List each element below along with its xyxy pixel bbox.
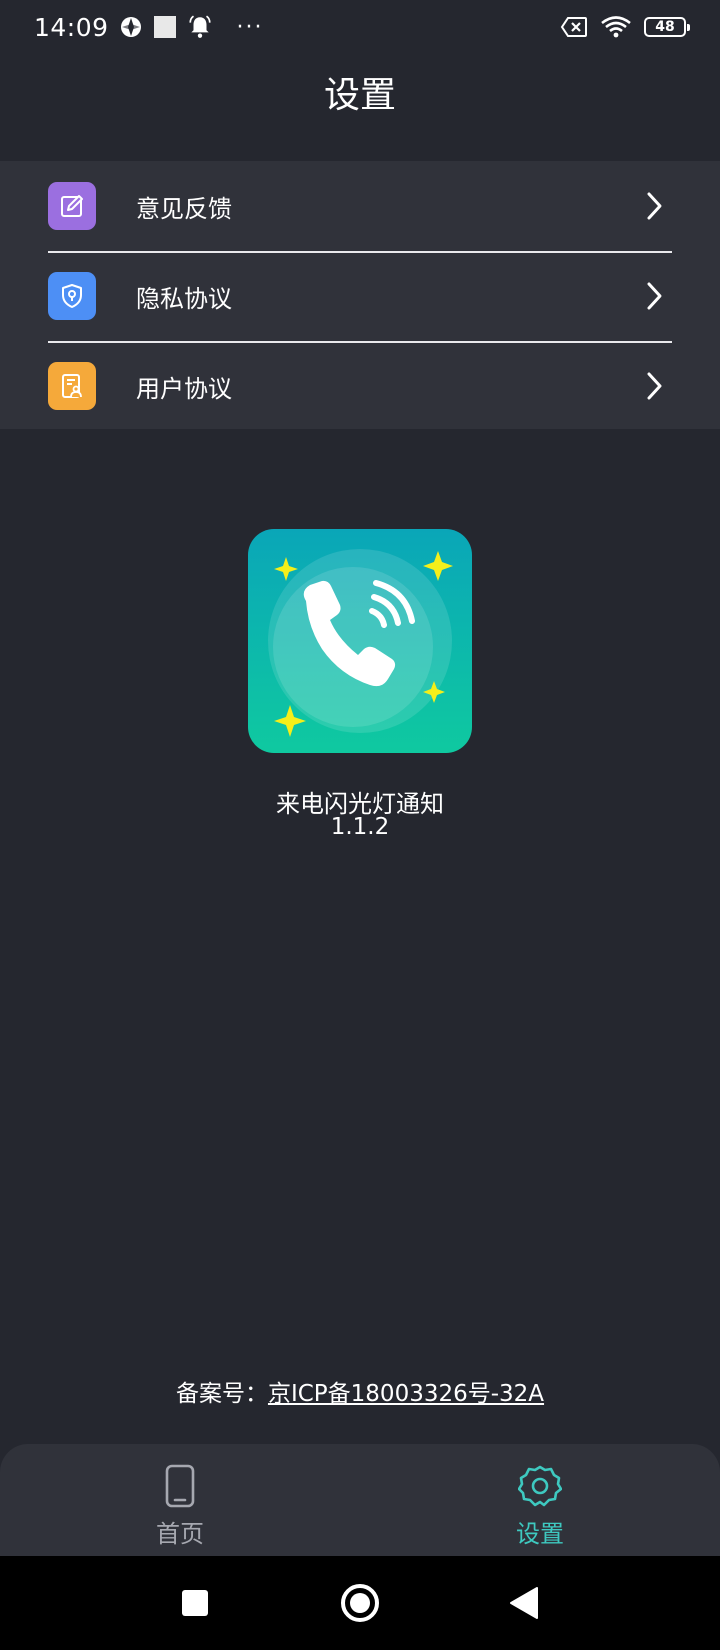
- back-icon[interactable]: [484, 1556, 564, 1650]
- document-user-icon: [48, 362, 96, 410]
- menu-label-user-agreement: 用户协议: [136, 374, 232, 403]
- page-title: 设置: [323, 75, 396, 116]
- more-dots-icon: ···: [236, 14, 264, 40]
- menu-item-user-agreement[interactable]: 用户协议: [0, 341, 720, 431]
- app-version: 1.1.2: [330, 814, 390, 840]
- bell-icon: [187, 14, 213, 40]
- recents-icon[interactable]: [155, 1556, 235, 1650]
- menu-item-feedback[interactable]: 意见反馈: [0, 161, 720, 251]
- system-nav-bar: [0, 1556, 720, 1650]
- gear-icon: [517, 1464, 563, 1512]
- menu-item-privacy[interactable]: 隐私协议: [0, 251, 720, 341]
- icp-number-link[interactable]: 京ICP备18003326号-32A: [268, 1381, 544, 1407]
- status-time: 14:09: [34, 12, 109, 42]
- sync-icon: [119, 15, 143, 39]
- menu-label-privacy: 隐私协议: [136, 284, 232, 313]
- chevron-right-icon: [646, 191, 664, 221]
- no-sim-icon: [560, 16, 588, 38]
- status-right: 48: [560, 15, 690, 39]
- menu-label-feedback: 意见反馈: [136, 194, 232, 223]
- wifi-icon: [600, 15, 632, 39]
- chevron-right-icon: [646, 281, 664, 311]
- home-icon[interactable]: [320, 1556, 400, 1650]
- chevron-right-icon: [646, 371, 664, 401]
- battery-indicator: 48: [644, 17, 690, 37]
- app-logo: [248, 529, 472, 753]
- icp-prefix: 备案号：: [175, 1381, 268, 1407]
- shield-icon: [48, 272, 96, 320]
- square-notification-icon: [153, 15, 177, 39]
- settings-screen: 14:09 ··· 48 设置 意见反馈 隐私协议 用户协议 来电闪光灯通知 1…: [0, 0, 720, 1650]
- icp-record: 备案号：京ICP备18003326号-32A: [0, 1374, 720, 1408]
- phone-icon: [165, 1464, 195, 1512]
- tab-settings[interactable]: 设置: [360, 1444, 720, 1556]
- tab-home-label: 首页: [156, 1520, 204, 1548]
- edit-icon: [48, 182, 96, 230]
- settings-menu: 意见反馈 隐私协议 用户协议: [0, 161, 720, 429]
- status-bar: 14:09 ··· 48: [0, 0, 720, 54]
- bottom-tab-bar: 首页 设置: [0, 1444, 720, 1556]
- tab-settings-label: 设置: [516, 1520, 564, 1548]
- status-left: 14:09 ···: [34, 13, 264, 42]
- tab-home[interactable]: 首页: [0, 1444, 360, 1556]
